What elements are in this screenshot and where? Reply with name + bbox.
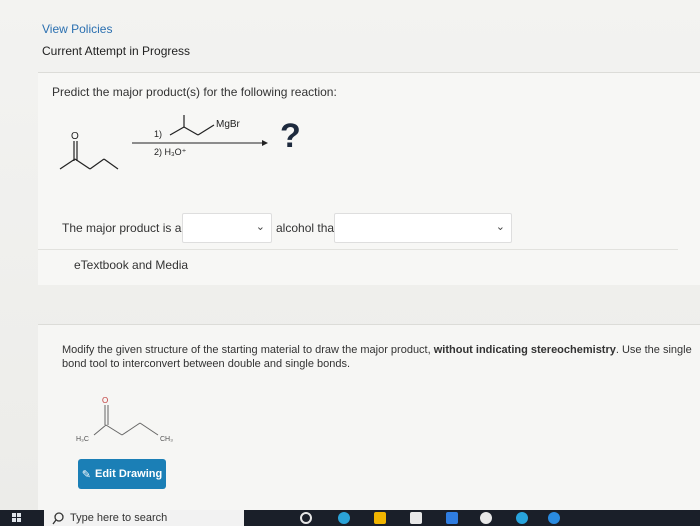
step1-label: 1) (154, 129, 162, 139)
methyl-right-label: CH₃ (160, 436, 173, 443)
app-circle-icon[interactable] (480, 512, 492, 524)
search-icon (52, 512, 64, 525)
etextbook-label: eTextbook and Media (74, 258, 189, 272)
taskbar: Type here to search (0, 510, 700, 526)
taskbar-search-input[interactable]: Type here to search (44, 510, 244, 526)
carbonyl-o-label: O (71, 131, 79, 142)
answer-prefix: The major product is a (62, 221, 182, 235)
starting-ketone-structure (59, 141, 119, 170)
skype-icon[interactable] (516, 512, 528, 524)
app-l-icon[interactable] (446, 512, 458, 524)
windows-start-icon[interactable] (12, 513, 22, 523)
edit-drawing-button[interactable]: ✎ Edit Drawing (78, 459, 166, 489)
grignard-reagent-structure (169, 115, 215, 136)
send-app-icon[interactable] (548, 512, 560, 524)
question-panel: Predict the major product(s) for the fol… (38, 72, 700, 285)
alcohol-type-dropdown[interactable]: ⌄ (182, 213, 272, 243)
store-icon[interactable] (410, 512, 422, 524)
methyl-left-label: H₃C (76, 436, 89, 443)
file-explorer-icon[interactable] (374, 512, 386, 524)
search-placeholder: Type here to search (70, 512, 168, 524)
drawing-instruction: Modify the given structure of the starti… (62, 344, 692, 370)
pencil-icon: ✎ (81, 468, 91, 481)
step2-label: 2) H₃O⁺ (154, 147, 187, 157)
reagent-label: MgBr (216, 119, 241, 130)
chevron-down-icon: ⌄ (495, 221, 505, 233)
edge-browser-icon[interactable] (338, 512, 350, 524)
page: View Policies Current Attempt in Progres… (0, 0, 700, 511)
alcohol-property-dropdown[interactable]: ⌄ (334, 213, 512, 243)
reaction-arrowhead (262, 140, 268, 146)
oxygen-atom-label: O (102, 396, 108, 405)
unknown-product-mark: ? (280, 117, 301, 155)
edit-drawing-label: Edit Drawing (94, 468, 163, 480)
chevron-down-icon: ⌄ (255, 221, 265, 233)
starting-material-structure: O H₃C CH₃ (76, 396, 173, 443)
view-policies-link[interactable]: View Policies (42, 22, 112, 36)
drawing-panel: Modify the given structure of the starti… (38, 324, 700, 511)
answer-middle: alcohol that (276, 221, 338, 235)
etextbook-section[interactable]: eTextbook and Media (38, 249, 678, 284)
question-prompt: Predict the major product(s) for the fol… (52, 85, 337, 99)
cortana-icon[interactable] (300, 512, 312, 524)
current-attempt-label: Current Attempt in Progress (42, 44, 191, 58)
